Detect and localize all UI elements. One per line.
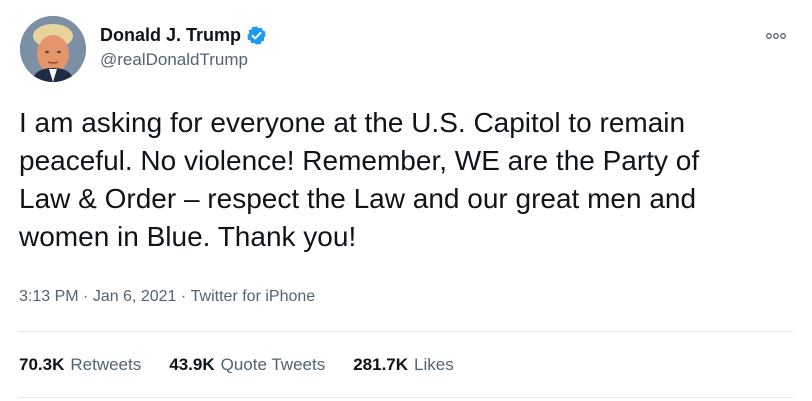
retweets-count: 70.3K bbox=[19, 355, 65, 374]
tweet-time[interactable]: 3:13 PM bbox=[19, 288, 79, 306]
handle[interactable]: @realDonaldTrump bbox=[100, 50, 267, 70]
tweet-source[interactable]: Twitter for iPhone bbox=[191, 288, 316, 306]
avatar[interactable] bbox=[20, 16, 86, 82]
author-block: Donald J. Trump @realDonaldTrump bbox=[100, 25, 267, 70]
quote-tweets-label: Quote Tweets bbox=[220, 355, 326, 374]
tweet-text: I am asking for everyone at the U.S. Cap… bbox=[19, 107, 700, 252]
divider bbox=[19, 397, 793, 398]
tweet-card: Donald J. Trump @realDonaldTrump I am as… bbox=[0, 0, 812, 401]
quote-tweets-stat[interactable]: 43.9K Quote Tweets bbox=[169, 355, 325, 375]
display-name[interactable]: Donald J. Trump bbox=[100, 25, 241, 46]
likes-stat[interactable]: 281.7K Likes bbox=[353, 355, 454, 375]
divider bbox=[19, 331, 793, 332]
quote-tweets-count: 43.9K bbox=[169, 355, 215, 374]
retweets-stat[interactable]: 70.3K Retweets bbox=[19, 355, 141, 375]
likes-label: Likes bbox=[414, 355, 454, 374]
meta-separator: · bbox=[176, 288, 191, 305]
engagement-stats: 70.3K Retweets 43.9K Quote Tweets 281.7K… bbox=[19, 355, 454, 375]
tweet-date[interactable]: Jan 6, 2021 bbox=[93, 288, 177, 306]
likes-count: 281.7K bbox=[353, 355, 409, 374]
name-row: Donald J. Trump bbox=[100, 25, 267, 46]
tweet-meta: 3:13 PM · Jan 6, 2021 · Twitter for iPho… bbox=[19, 288, 315, 306]
verified-badge-icon bbox=[246, 25, 267, 46]
meta-separator: · bbox=[78, 288, 93, 305]
retweets-label: Retweets bbox=[70, 355, 142, 374]
profile-photo-icon bbox=[20, 16, 86, 82]
more-options-icon[interactable] bbox=[766, 28, 786, 39]
